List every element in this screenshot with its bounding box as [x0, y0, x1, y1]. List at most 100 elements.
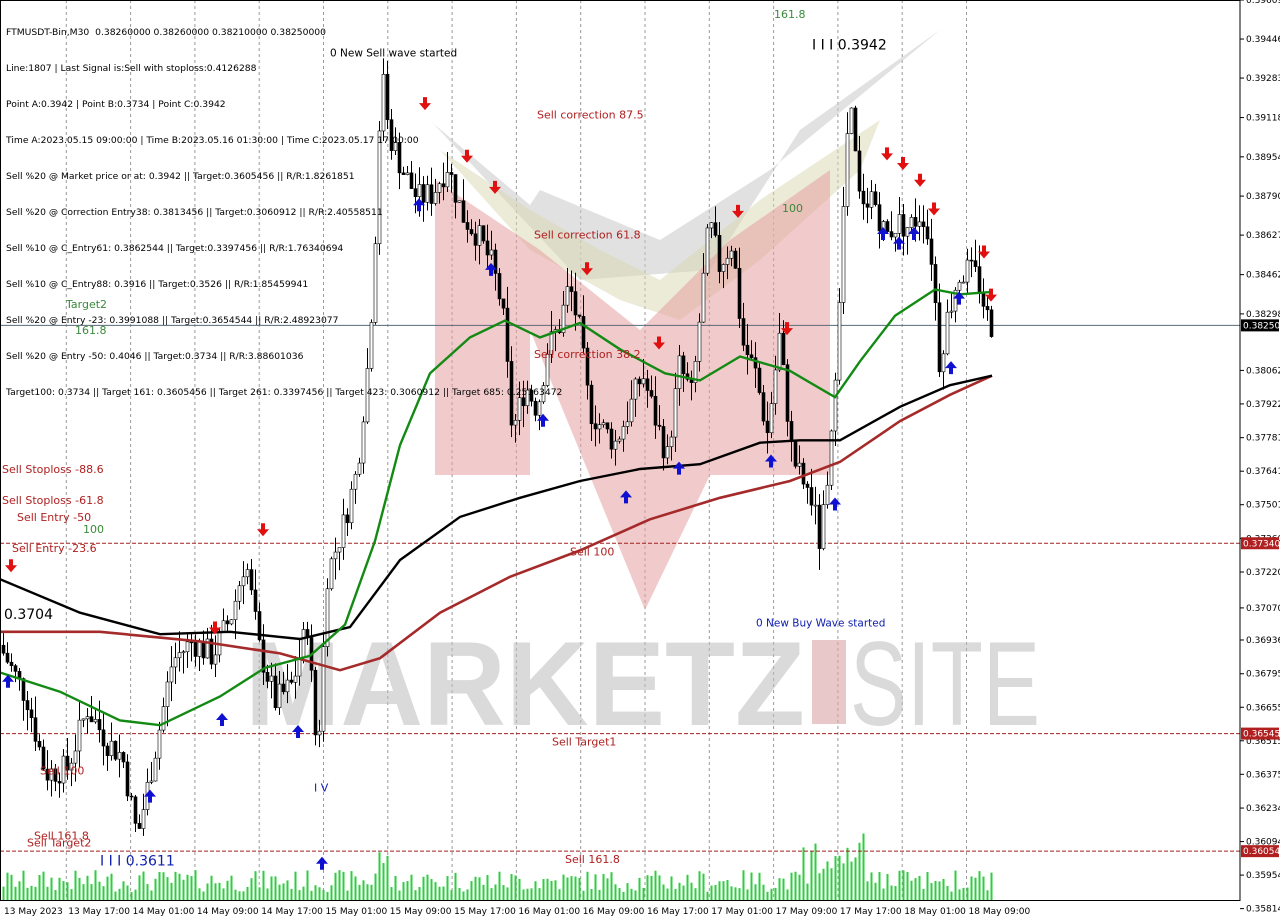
volume-bar: [742, 870, 745, 900]
volume-bar: [530, 888, 533, 900]
volume-bar: [250, 878, 253, 900]
candle-body: [117, 752, 122, 760]
volume-bar: [838, 855, 841, 900]
candle-body: [349, 488, 354, 524]
volume-bar: [918, 875, 921, 900]
candle-body: [713, 222, 718, 236]
candle-body: [185, 641, 190, 653]
candle-body: [813, 504, 818, 507]
candle-body: [749, 354, 754, 358]
volume-bar: [178, 873, 181, 900]
candle-body: [889, 231, 894, 238]
volume-bar: [334, 872, 337, 900]
volume-bar: [262, 870, 265, 900]
volume-bar: [150, 890, 153, 900]
candle-body: [353, 473, 358, 490]
candle-body: [73, 750, 78, 764]
candle-body: [157, 729, 162, 759]
volume-bar: [590, 889, 593, 900]
candle-body: [785, 364, 790, 422]
volume-bar: [58, 877, 61, 900]
volume-bar: [378, 852, 381, 900]
candle-body: [625, 421, 630, 427]
candle-body: [661, 426, 666, 459]
volume-bar: [606, 878, 609, 900]
candle-body: [825, 484, 830, 505]
candle-body: [985, 306, 990, 311]
candle-body: [109, 740, 114, 756]
candle-body: [797, 462, 802, 467]
volume-bar: [162, 872, 165, 900]
candle-body: [165, 681, 170, 707]
volume-bar: [542, 879, 545, 900]
x-tick-label: 17 May 09:00: [776, 907, 838, 917]
volume-bar: [950, 891, 953, 900]
candle-body: [981, 293, 986, 307]
volume-bar: [298, 890, 301, 900]
info-line: Sell %10 @ C_Entry88: 0.3916 || Target:0…: [6, 279, 309, 290]
volume-bar: [86, 875, 89, 900]
candle-body: [961, 281, 966, 284]
candle-body: [845, 133, 850, 207]
volume-bar: [146, 884, 149, 900]
volume-bar: [138, 875, 141, 900]
x-tick-label: 13 May 2023: [4, 907, 63, 917]
volume-bar: [78, 877, 81, 900]
volume-bar: [582, 890, 585, 900]
volume-bar: [490, 888, 493, 900]
candle-body: [601, 422, 606, 426]
volume-bar: [982, 876, 985, 900]
volume-bar: [834, 856, 837, 900]
volume-bar: [902, 870, 905, 900]
candle-body: [345, 514, 350, 524]
volume-bar: [518, 878, 521, 900]
volume-bar: [458, 887, 461, 900]
volume-bar: [450, 889, 453, 900]
candle-body: [597, 424, 602, 430]
volume-bar: [586, 871, 589, 900]
volume-bar: [910, 880, 913, 900]
candle-body: [37, 741, 42, 748]
volume-bar: [594, 874, 597, 900]
candle-body: [9, 661, 14, 666]
volume-bar: [346, 890, 349, 900]
volume-bar: [350, 871, 353, 900]
volume-bar: [234, 889, 237, 900]
volume-bar: [130, 891, 133, 900]
candle-body: [621, 426, 626, 440]
candle-body: [361, 421, 366, 464]
volume-bar: [990, 872, 993, 900]
candle-body: [905, 227, 910, 237]
volume-bar: [906, 871, 909, 900]
candle-body: [973, 260, 978, 267]
volume-bar: [418, 886, 421, 900]
candle-body: [593, 423, 598, 430]
volume-bar: [874, 882, 877, 900]
candle-body: [853, 107, 858, 152]
volume-bar: [722, 881, 725, 900]
volume-bar: [318, 887, 321, 900]
volume-bar: [750, 872, 753, 900]
info-line: Sell %20 @ Entry -23: 0.3991088 || Targe…: [6, 315, 339, 326]
candle-body: [329, 558, 334, 590]
candle-body: [741, 318, 746, 346]
volume-bar: [54, 890, 57, 900]
candle-body: [657, 424, 662, 427]
volume-bar: [946, 886, 949, 900]
candle-body: [273, 675, 278, 709]
y-tick-label: 0.36936: [1246, 636, 1280, 646]
volume-bar: [446, 876, 449, 900]
candle-body: [781, 332, 786, 365]
candle-body: [113, 740, 118, 760]
candle-body: [949, 310, 954, 313]
y-tick-label: 0.37922: [1246, 400, 1280, 410]
candle-body: [745, 344, 750, 356]
volume-bar: [798, 874, 801, 900]
volume-bar: [706, 891, 709, 900]
volume-bar: [258, 887, 261, 900]
candle-body: [833, 379, 838, 432]
volume-bar: [942, 878, 945, 900]
x-tick-label: 17 May 01:00: [711, 907, 773, 917]
volume-bar: [90, 884, 93, 900]
candle-body: [817, 504, 822, 549]
